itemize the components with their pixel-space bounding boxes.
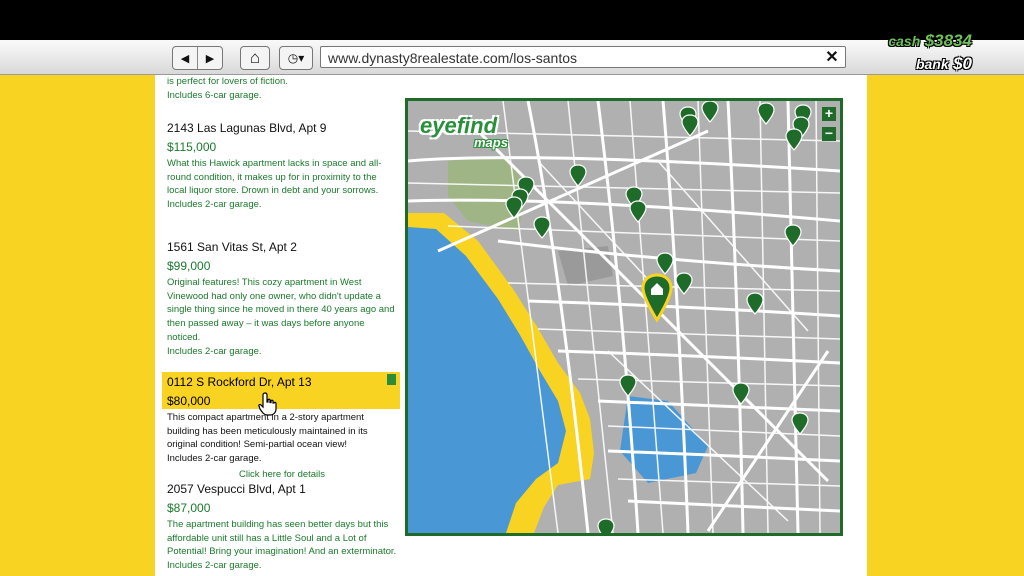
listing-garage: Includes 2-car garage. [167, 199, 262, 211]
fragment-garage: Includes 6-car garage. [167, 89, 262, 101]
listing-item[interactable]: 2057 Vespucci Blvd, Apt 1 $87,000 The ap… [167, 480, 397, 573]
bank-value: $0 [953, 54, 972, 73]
close-icon: ✕ [825, 49, 839, 66]
hand-cursor-icon [258, 392, 277, 416]
minus-icon: − [824, 125, 834, 141]
close-button[interactable]: ✕ [820, 47, 844, 67]
fragment-description: is perfect for lovers of fiction. [167, 76, 288, 87]
listing-item-selected[interactable]: 0112 S Rockford Dr, Apt 13 $80,000 This … [167, 373, 397, 482]
listing-address[interactable]: 2143 Las Lagunas Blvd, Apt 9 [167, 119, 397, 138]
nav-button-group: ◀ ▶ [172, 46, 223, 70]
listing-description: Original features! This cozy apartment i… [167, 277, 395, 343]
address-bar[interactable]: www.dynasty8realestate.com/los-santos [320, 46, 846, 68]
listing-column: is perfect for lovers of fiction. Includ… [155, 75, 405, 576]
listing-price: $80,000 [167, 394, 211, 408]
plus-icon: + [824, 105, 834, 121]
cash-display: cash $3834 [888, 31, 972, 51]
listing-garage: Includes 2-car garage. [167, 453, 262, 465]
top-letterbox [0, 0, 1024, 40]
listing-item[interactable]: 2143 Las Lagunas Blvd, Apt 9 $115,000 Wh… [167, 119, 397, 212]
listing-description: What this Hawick apartment lacks in spac… [167, 158, 382, 197]
listing-address[interactable]: 0112 S Rockford Dr, Apt 13 [167, 373, 397, 392]
forward-button[interactable]: ▶ [197, 47, 222, 69]
forward-arrow-icon: ▶ [205, 52, 215, 65]
eyefind-maps-logo: eyefind maps [416, 111, 528, 153]
previous-listing-fragment: is perfect for lovers of fiction. Includ… [167, 75, 288, 102]
back-arrow-icon: ◀ [180, 52, 190, 65]
cash-label: cash [888, 33, 921, 49]
listing-garage: Includes 2-car garage. [167, 345, 262, 357]
zoom-in-button[interactable]: + [822, 105, 836, 121]
listing-price: $99,000 [167, 259, 211, 273]
listing-address[interactable]: 2057 Vespucci Blvd, Apt 1 [167, 480, 397, 499]
logo-word-maps: maps [474, 135, 508, 150]
listing-price: $87,000 [167, 501, 211, 515]
cash-value: $3834 [924, 31, 972, 50]
listing-price: $115,000 [167, 140, 217, 154]
listing-description: The apartment building has seen better d… [167, 519, 397, 558]
zoom-out-button[interactable]: − [822, 125, 836, 141]
bank-display: bank $0 [916, 54, 972, 74]
listing-description: This compact apartment in a 2-story apar… [167, 412, 368, 451]
listing-address[interactable]: 1561 San Vitas St, Apt 2 [167, 238, 397, 257]
listing-item[interactable]: 1561 San Vitas St, Apt 2 $99,000 Origina… [167, 238, 397, 358]
home-button[interactable]: ⌂ [240, 46, 270, 70]
bank-label: bank [915, 56, 949, 72]
home-icon: ⌂ [249, 48, 261, 67]
city-map[interactable] [408, 101, 840, 533]
back-button[interactable]: ◀ [173, 47, 197, 69]
clock-icon: ◷▾ [287, 51, 305, 65]
history-button[interactable]: ◷▾ [279, 46, 313, 70]
map-view[interactable]: eyefind maps + − [405, 98, 843, 536]
listing-garage: Includes 2-car garage. [167, 560, 262, 572]
